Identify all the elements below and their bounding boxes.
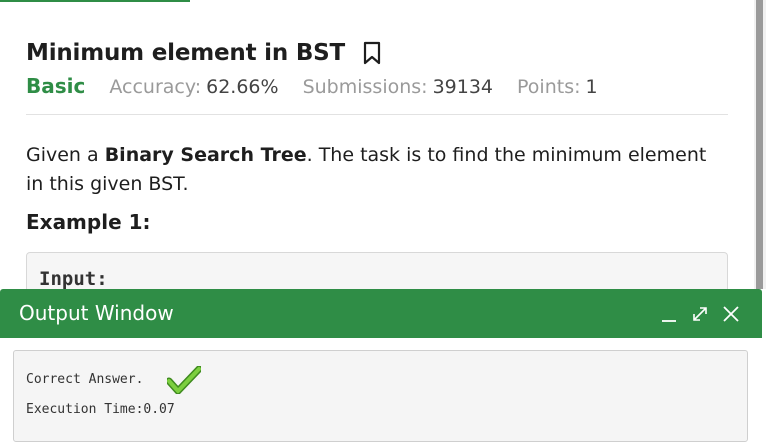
- checkmark-icon: [165, 365, 203, 398]
- statement-bold: Binary Search Tree: [104, 144, 307, 166]
- problem-title-row: Minimum element in BST: [26, 40, 381, 66]
- output-window-title: Output Window: [19, 301, 174, 325]
- window-controls: [649, 303, 742, 325]
- header-divider: [26, 114, 728, 115]
- example-input-label: Input:: [39, 268, 108, 290]
- output-console: Correct Answer. Execution Time:0.07: [13, 350, 748, 442]
- output-window: Output Window Correct Answer. Execution …: [0, 289, 766, 442]
- bookmark-icon[interactable]: [363, 41, 381, 65]
- problem-meta: Basic Accuracy: 62.66% Submissions: 3913…: [26, 74, 598, 98]
- scrollbar-thumb[interactable]: [756, 0, 763, 292]
- submissions-value: 39134: [432, 76, 494, 98]
- problem-title: Minimum element in BST: [26, 40, 346, 66]
- statement-prefix: Given a: [26, 144, 105, 166]
- points-label: Points:: [517, 76, 581, 98]
- accuracy-label: Accuracy:: [109, 76, 202, 98]
- expand-icon[interactable]: [689, 303, 711, 325]
- close-icon[interactable]: [720, 303, 742, 325]
- difficulty-badge: Basic: [26, 74, 86, 98]
- submissions-label: Submissions:: [302, 76, 428, 98]
- output-window-header[interactable]: Output Window: [0, 289, 762, 338]
- execution-time: Execution Time:0.07: [26, 402, 175, 417]
- example-heading: Example 1:: [26, 210, 151, 234]
- top-accent-bar: [0, 0, 190, 2]
- problem-statement: Given a Binary Search Tree. The task is …: [26, 141, 728, 199]
- minimize-icon[interactable]: [658, 303, 680, 325]
- points-value: 1: [585, 76, 598, 98]
- result-text: Correct Answer.: [26, 372, 144, 387]
- accuracy-value: 62.66%: [206, 76, 279, 98]
